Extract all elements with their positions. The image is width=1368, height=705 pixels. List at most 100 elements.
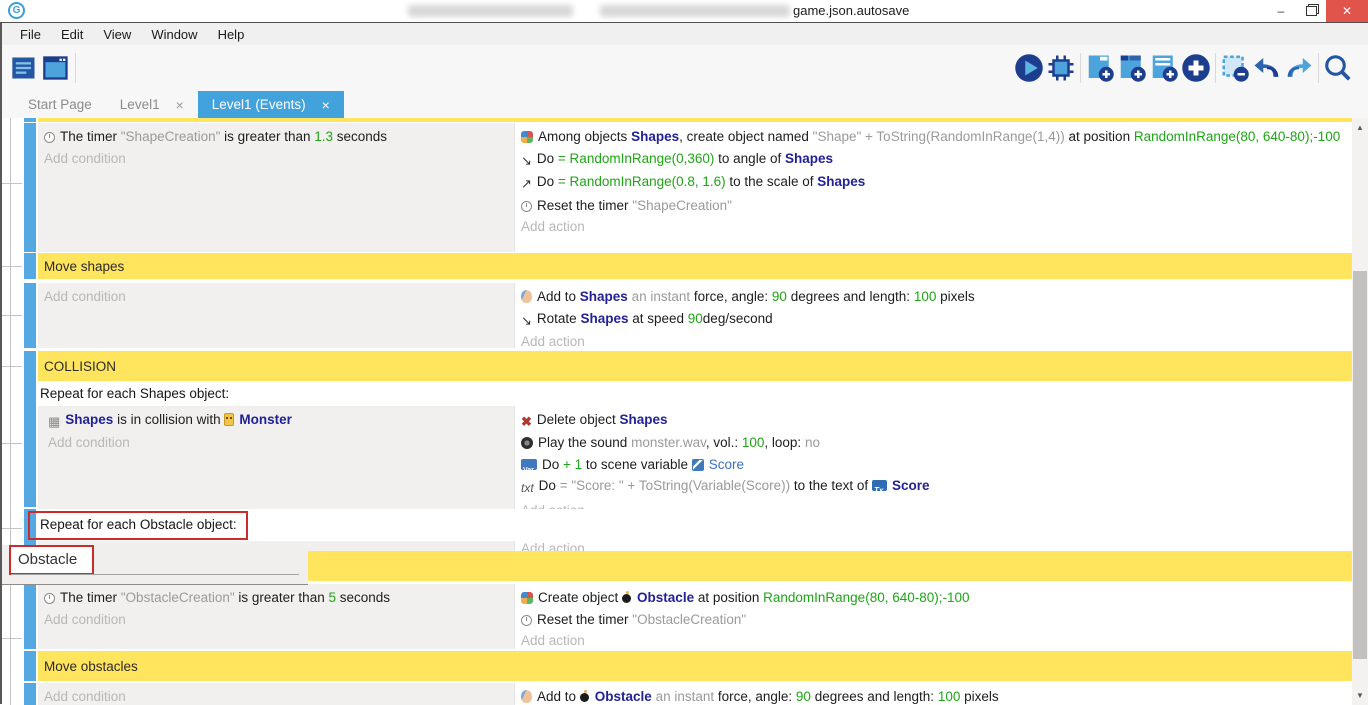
text-segment: The timer bbox=[60, 129, 121, 144]
event-row-move-obstacles: Add condition Add to Obstacle an instant… bbox=[24, 683, 1352, 705]
text-segment: , loop: bbox=[764, 435, 805, 450]
add-subevent-button[interactable] bbox=[1116, 51, 1148, 85]
comment-text[interactable]: COLLISION bbox=[38, 351, 1352, 381]
action[interactable]: Reset the timer "ShapeCreation" bbox=[521, 195, 1346, 217]
add-action-button[interactable]: Add action bbox=[521, 630, 1346, 652]
text-segment: 5 bbox=[328, 590, 336, 605]
monster-icon bbox=[224, 413, 234, 426]
scroll-down-arrow-icon[interactable]: ▼ bbox=[1352, 688, 1368, 704]
action[interactable]: Do = RandomInRange(0.8, 1.6) to the scal… bbox=[521, 171, 1346, 195]
text-segment: , vol.: bbox=[706, 435, 742, 450]
timer-icon bbox=[44, 593, 55, 604]
add-new-button[interactable] bbox=[1180, 51, 1212, 85]
event-drag-bar[interactable] bbox=[24, 651, 36, 681]
text-segment: no bbox=[805, 435, 820, 450]
action[interactable]: Play the sound monster.wav, vol.: 100, l… bbox=[521, 432, 1346, 454]
action[interactable]: Add to Obstacle an instant force, angle:… bbox=[521, 686, 1346, 705]
text-segment: seconds bbox=[336, 590, 390, 605]
add-condition-button[interactable]: Add condition bbox=[44, 686, 510, 705]
comment-row-collision[interactable]: COLLISION bbox=[24, 351, 1352, 381]
text-segment: an instant bbox=[628, 289, 690, 304]
menu-file[interactable]: File bbox=[10, 27, 51, 42]
event-drag-bar[interactable] bbox=[24, 351, 36, 381]
action[interactable]: Do = "Score: " + ToString(Variable(Score… bbox=[521, 475, 1346, 500]
text-segment: monster.wav bbox=[631, 435, 706, 450]
event-drag-bar[interactable] bbox=[24, 123, 36, 252]
condition[interactable]: The timer "ObstacleCreation" is greater … bbox=[44, 587, 510, 609]
comment-row-partial[interactable] bbox=[24, 118, 1352, 122]
menu-help[interactable]: Help bbox=[208, 27, 255, 42]
scroll-up-arrow-icon[interactable]: ▲ bbox=[1352, 120, 1368, 136]
add-condition-button[interactable]: Add condition bbox=[48, 432, 510, 454]
menu-view[interactable]: View bbox=[93, 27, 141, 42]
text-segment: + 1 bbox=[563, 457, 582, 472]
maximize-button[interactable] bbox=[1296, 0, 1326, 22]
event-drag-bar[interactable] bbox=[24, 381, 36, 507]
close-button[interactable]: ✕ bbox=[1326, 0, 1368, 22]
foreach-header[interactable]: Repeat for each Shapes object: bbox=[38, 381, 1352, 406]
action[interactable]: Add to Shapes an instant force, angle: 9… bbox=[521, 286, 1346, 308]
menu-window[interactable]: Window bbox=[141, 27, 207, 42]
event-drag-bar[interactable] bbox=[24, 683, 36, 705]
scrollbar-thumb[interactable] bbox=[1353, 271, 1367, 659]
maximize-icon bbox=[1306, 6, 1317, 16]
tab-level1-events[interactable]: Level1 (Events) × bbox=[198, 91, 344, 118]
tab-close-icon[interactable]: × bbox=[176, 97, 184, 113]
comment-row-move-shapes[interactable]: Move shapes bbox=[24, 253, 1352, 279]
text-segment: deg/second bbox=[703, 311, 773, 326]
debug-button[interactable] bbox=[1045, 51, 1077, 85]
add-comment-button[interactable] bbox=[1148, 51, 1180, 85]
add-event-icon bbox=[1085, 53, 1115, 83]
event-row-obstacle-creation: The timer "ObstacleCreation" is greater … bbox=[24, 584, 1352, 649]
add-condition-button[interactable]: Add condition bbox=[44, 148, 510, 170]
redo-button[interactable] bbox=[1283, 51, 1315, 85]
delete-event-button[interactable] bbox=[1219, 51, 1251, 85]
angle-icon bbox=[521, 150, 532, 172]
comment-text[interactable]: Move obstacles bbox=[38, 651, 1352, 681]
action[interactable]: Reset the timer "ObstacleCreation" bbox=[521, 609, 1346, 631]
foreach-obstacle-event: Repeat for each Obstacle object: Add act… bbox=[24, 509, 1352, 549]
add-condition-button[interactable]: Add condition bbox=[44, 609, 510, 631]
action[interactable]: Create object Obstacle at position Rando… bbox=[521, 587, 1346, 609]
action[interactable]: Among objects Shapes, create object name… bbox=[521, 126, 1346, 148]
text-segment: Add to bbox=[537, 289, 580, 304]
comment-row-move-obstacles[interactable]: Move obstacles bbox=[24, 651, 1352, 681]
event-drag-bar[interactable] bbox=[24, 253, 36, 279]
text-segment: pixels bbox=[960, 689, 998, 704]
undo-button[interactable] bbox=[1251, 51, 1283, 85]
actions-cell: Add to Obstacle an instant force, angle:… bbox=[514, 683, 1352, 705]
event-drag-bar[interactable] bbox=[24, 118, 36, 122]
menu-edit[interactable]: Edit bbox=[51, 27, 93, 42]
tab-level1[interactable]: Level1 × bbox=[106, 91, 198, 118]
add-event-button[interactable] bbox=[1084, 51, 1116, 85]
action[interactable]: Rotate Shapes at speed 90deg/second bbox=[521, 308, 1346, 332]
action[interactable]: Do + 1 to scene variable Score bbox=[521, 454, 1346, 476]
tab-start-page[interactable]: Start Page bbox=[14, 91, 106, 118]
add-action-button[interactable]: Add action bbox=[521, 331, 1346, 353]
search-button[interactable] bbox=[1322, 51, 1354, 85]
add-condition-button[interactable]: Add condition bbox=[44, 286, 510, 308]
project-manager-button[interactable] bbox=[8, 51, 40, 85]
event-drag-bar[interactable] bbox=[24, 584, 36, 649]
vertical-scrollbar: ▲ ▼ bbox=[1352, 118, 1368, 705]
selection-outline[interactable]: Repeat for each Obstacle object: bbox=[28, 511, 248, 540]
condition[interactable]: Shapes is in collision with Monster bbox=[48, 409, 510, 433]
editors-button[interactable] bbox=[40, 51, 72, 85]
action[interactable]: Do = RandomInRange(0,360) to angle of Sh… bbox=[521, 148, 1346, 172]
add-action-button[interactable]: Add action bbox=[521, 216, 1346, 238]
text-segment: to the text of bbox=[790, 478, 872, 493]
text-segment: 100 bbox=[914, 289, 937, 304]
text-segment: Reset the timer bbox=[537, 198, 632, 213]
comment-text[interactable]: Move shapes bbox=[38, 253, 1352, 279]
condition[interactable]: The timer "ShapeCreation" is greater tha… bbox=[44, 126, 510, 148]
close-icon: ✕ bbox=[1342, 4, 1352, 18]
play-button[interactable] bbox=[1013, 51, 1045, 85]
minimize-button[interactable]: – bbox=[1266, 0, 1296, 22]
redo-icon bbox=[1283, 53, 1315, 83]
tab-close-icon[interactable]: × bbox=[322, 97, 330, 113]
event-drag-bar[interactable] bbox=[24, 283, 36, 348]
foreach-header-selected[interactable]: Repeat for each Obstacle object: bbox=[38, 509, 1352, 541]
object-name-input[interactable]: Obstacle bbox=[9, 545, 94, 575]
action[interactable]: Delete object Shapes bbox=[521, 409, 1346, 433]
text-segment: Add to bbox=[537, 689, 580, 704]
